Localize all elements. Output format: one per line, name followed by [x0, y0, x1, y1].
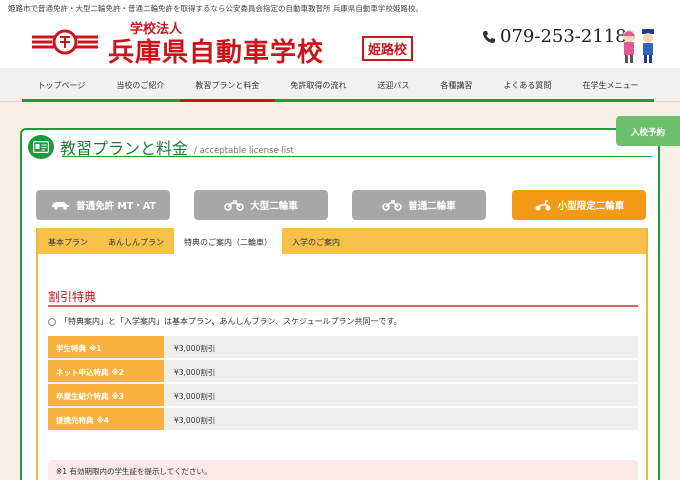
phone-number-text: 079-253-2118 [500, 26, 627, 47]
license-label: 普通二輪車 [408, 201, 456, 212]
nav-item-faq[interactable]: よくある質問 [487, 68, 567, 102]
discount-name: 提携先特典 ※4 [48, 408, 164, 430]
nav-underline [179, 99, 275, 102]
discount-name-text: 学生特典 [56, 344, 86, 353]
license-card-icon [28, 135, 54, 159]
section-note: 「特典案内」と「入学案内」は基本プラン、あんしんプラン、スケジュールプラン共同一… [48, 316, 402, 327]
nav-underline [361, 99, 425, 102]
license-button-standard-motorcycle[interactable]: 普通二輪車 [352, 190, 486, 220]
nav-item-students[interactable]: 在学生メニュー [566, 68, 654, 102]
discount-name: 学生特典 ※1 [48, 336, 164, 358]
nav-underline [22, 99, 101, 102]
nav-label: よくある質問 [503, 81, 552, 90]
mascot-girl-icon [623, 30, 635, 63]
car-icon [52, 202, 70, 210]
discount-name: 卒業生紹介特典 ※3 [48, 384, 164, 406]
discount-value: ¥3,000割引 [164, 384, 638, 406]
main-navigation: トップページ 当校のご紹介 教習プランと料金 免許取得の流れ 送迎バス 各種講習… [0, 68, 680, 102]
plans-card: 教習プランと料金 / acceptable license list 普通免許 … [20, 128, 660, 480]
footnote-text: ※1 有効期限内の学生証を提示してください。 [56, 467, 212, 476]
phone-icon [483, 30, 495, 43]
nav-underline [566, 99, 654, 102]
page-subtitle: / acceptable license list [194, 146, 294, 156]
tab-basic-plan[interactable]: 基本プラン [38, 228, 98, 254]
discount-name-text: 提携先特典 [56, 416, 94, 425]
phone-number[interactable]: 079-253-2118 [482, 26, 627, 47]
discount-name-text: 卒業生紹介特典 [56, 392, 109, 401]
discount-mark: ※1 [89, 344, 102, 353]
tab-strip: 基本プラン あんしんプラン 特典のご案内（二輪車） 入学のご案内 [38, 228, 646, 254]
nav-label: 送迎バス [377, 81, 410, 90]
section-title: 割引特典 [48, 290, 97, 304]
nav-underline [424, 99, 488, 102]
footnote-box: ※1 有効期限内の学生証を提示してください。 [48, 460, 638, 480]
nav-item-about[interactable]: 当校のご紹介 [100, 68, 180, 102]
discount-value: ¥3,000割引 [164, 408, 638, 430]
scooter-icon [535, 200, 551, 211]
discount-mark: ※4 [96, 416, 110, 425]
top-description-text: 姫路市で普通免許・大型二輪免許・普通二輪免許を取得するなら公安委員会指定の自動車… [8, 4, 423, 13]
discount-value: ¥3,000割引 [164, 360, 638, 382]
site-header: 学校法人 兵庫県自動車学校 姫路校 079-253-2118 [0, 14, 680, 68]
nav-item-courses[interactable]: 各種講習 [424, 68, 488, 102]
nav-item-plans[interactable]: 教習プランと料金 [179, 68, 275, 102]
section-note-text: 「特典案内」と「入学案内」は基本プラン、あんしんプラン、スケジュールプラン共同一… [60, 317, 402, 326]
nav-label: 免許取得の流れ [290, 81, 347, 90]
school-name[interactable]: 兵庫県自動車学校 [108, 32, 324, 69]
plan-tabs-panel: 基本プラン あんしんプラン 特典のご案内（二輪車） 入学のご案内 割引特典 「特… [36, 228, 648, 480]
nav-item-top[interactable]: トップページ [22, 68, 101, 102]
nav-label: 当校のご紹介 [116, 81, 165, 90]
nav-label: トップページ [37, 81, 86, 90]
license-label: 普通免許 MT・AT [76, 201, 156, 212]
nav-underline [100, 99, 180, 102]
motorcycle-icon [382, 200, 403, 211]
license-label: 大型二輪車 [250, 201, 298, 212]
license-button-standard[interactable]: 普通免許 MT・AT [36, 190, 170, 220]
license-label: 小型限定二輪車 [557, 201, 625, 212]
table-row: 学生特典 ※1 ¥3,000割引 [48, 336, 638, 358]
bullet-circle-icon [48, 317, 56, 326]
nav-item-flow[interactable]: 免許取得の流れ [274, 68, 362, 102]
nav-label: 教習プランと料金 [195, 81, 260, 90]
nav-label: 各種講習 [440, 81, 473, 90]
nav-label: 在学生メニュー [582, 81, 639, 90]
discount-mark: ※2 [111, 368, 125, 377]
license-button-small-motorcycle[interactable]: 小型限定二輪車 [512, 190, 646, 220]
tab-admission[interactable]: 入学のご案内 [282, 228, 350, 254]
mascot-officer-icon [642, 29, 654, 63]
discount-name-text: ネット申込特典 [56, 368, 109, 377]
table-row: 提携先特典 ※4 ¥3,000割引 [48, 408, 638, 430]
discount-name: ネット申込特典 ※2 [48, 360, 164, 382]
table-row: 卒業生紹介特典 ※3 ¥3,000割引 [48, 384, 638, 406]
nav-item-bus[interactable]: 送迎バス [361, 68, 425, 102]
section-divider [48, 305, 638, 307]
nav-underline [487, 99, 567, 102]
discount-mark: ※3 [111, 392, 125, 401]
license-button-large-motorcycle[interactable]: 大型二輪車 [194, 190, 328, 220]
title-divider [62, 156, 652, 157]
nav-underline [274, 99, 362, 102]
tab-anshin-plan[interactable]: あんしんプラン [98, 228, 174, 254]
school-logo-icon[interactable] [30, 29, 100, 55]
table-row: ネット申込特典 ※2 ¥3,000割引 [48, 360, 638, 382]
discount-value: ¥3,000割引 [164, 336, 638, 358]
reserve-button[interactable]: 入校予約 [616, 116, 680, 146]
top-description-bar: 姫路市で普通免許・大型二輪免許・普通二輪免許を取得するなら公安委員会指定の自動車… [0, 0, 680, 14]
tab-benefits[interactable]: 特典のご案内（二輪車） [174, 228, 282, 254]
branch-badge: 姫路校 [362, 36, 414, 61]
motorcycle-icon [224, 200, 245, 211]
discount-table: 学生特典 ※1 ¥3,000割引 ネット申込特典 ※2 ¥3,000割引 卒業生紹介… [48, 336, 638, 432]
